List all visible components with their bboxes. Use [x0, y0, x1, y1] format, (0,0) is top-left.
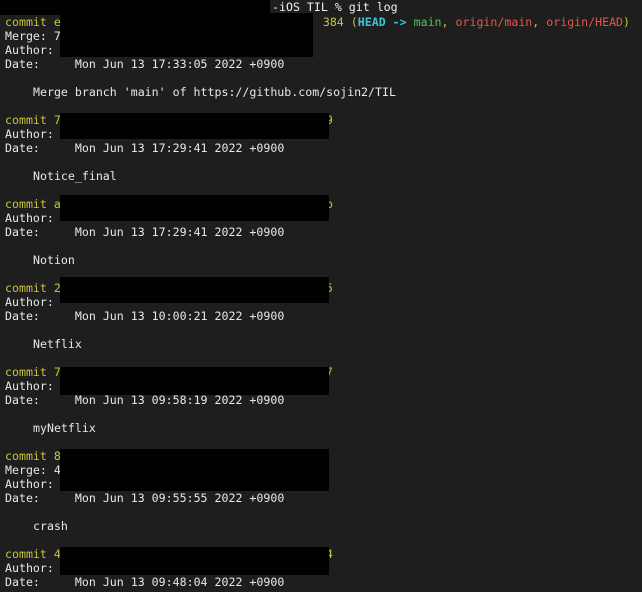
date-line: Date: Mon Jun 13 09:48:04 2022 +0900: [5, 575, 285, 589]
date-line: Date: Mon Jun 13 17:29:41 2022 +0900: [5, 141, 285, 155]
date-value: Mon Jun 13 17:33:05 2022 +0900: [74, 57, 285, 71]
commit-message: myNetflix: [33, 421, 96, 435]
head-ref: HEAD ->: [357, 15, 414, 29]
commit-message: Merge branch 'main' of https://github.co…: [33, 85, 396, 99]
commit-message: crash: [33, 519, 68, 533]
branch-ref: main: [413, 15, 442, 29]
author-line: Author:: [5, 127, 54, 141]
terminal-window[interactable]: -iOS TIL % git log commit e9384 (HEAD ->…: [0, 0, 642, 592]
redaction-block: [60, 547, 329, 575]
remote-ref: origin/main: [455, 15, 533, 29]
redaction-block: [60, 367, 329, 395]
commit-line: commit 8: [5, 449, 61, 463]
author-line: Author:: [5, 211, 54, 225]
date-line: Date: Mon Jun 13 17:29:41 2022 +0900: [5, 225, 285, 239]
date-line: Date: Mon Jun 13 09:58:19 2022 +0900: [5, 393, 285, 407]
merge-line: Merge: 4: [5, 463, 61, 477]
date-label: Date:: [5, 57, 40, 71]
commit-message: Notice_final: [33, 169, 117, 183]
redaction-block: [60, 113, 329, 139]
author-line: Author:: [5, 295, 54, 309]
date-line: Date: Mon Jun 13 09:55:55 2022 +0900: [5, 491, 285, 505]
author-line: Author:: [5, 477, 54, 491]
redaction-block: [60, 277, 329, 303]
author-line: Author:: [5, 561, 54, 575]
remote-head-ref: origin/HEAD: [546, 15, 624, 29]
commit-message: Notion: [33, 253, 75, 267]
commit-hash-end: 384: [322, 15, 344, 29]
commit-keyword: commit: [5, 15, 54, 29]
date-line: Date: Mon Jun 13 17:33:05 2022 +0900: [5, 57, 284, 71]
merge-line: Merge: 7a: [5, 29, 68, 43]
redaction-block: [60, 449, 329, 491]
redaction-block: [60, 13, 313, 57]
redaction-block: [60, 195, 329, 221]
date-line: Date: Mon Jun 13 10:00:21 2022 +0900: [5, 309, 285, 323]
commit-message: Netflix: [33, 337, 82, 351]
author-line: Author:: [5, 379, 54, 393]
author-line: Author: s: [5, 43, 68, 57]
